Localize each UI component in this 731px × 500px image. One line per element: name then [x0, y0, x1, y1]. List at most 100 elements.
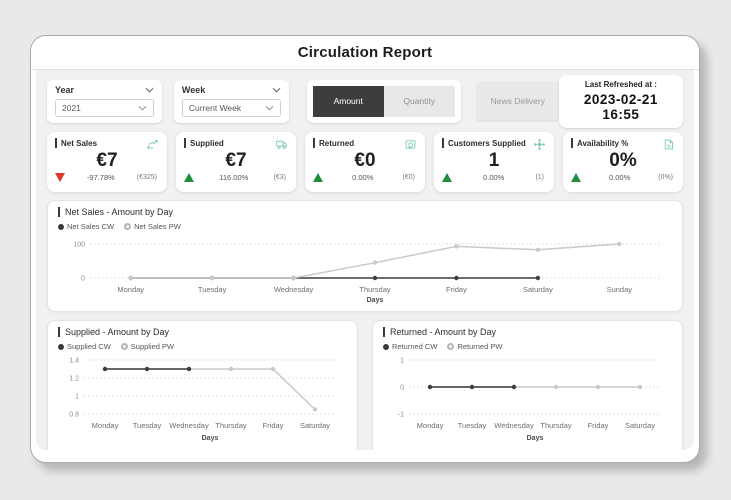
title-accent-bar	[313, 138, 315, 148]
svg-text:1: 1	[75, 394, 79, 401]
kpi-change: 116.00%	[219, 172, 249, 182]
returned-line-chart[interactable]: 1 0 -1 Monday Tuesday Wednesday Thursday Friday…	[383, 352, 671, 448]
chart-legend: Returned CW Returned PW	[383, 342, 672, 351]
legend-dot-icon	[447, 343, 455, 350]
kpi-card-returned[interactable]: Returned €0 0.00% (€0)	[305, 132, 425, 192]
chevron-down-icon[interactable]	[145, 87, 154, 93]
kpi-title: Returned	[319, 138, 355, 148]
kpi-previous-value: (0%)	[658, 173, 673, 181]
kpi-title: Customers Supplied	[448, 138, 526, 148]
legend-item-pw[interactable]: Returned PW	[447, 342, 502, 351]
svg-text:0.8: 0.8	[69, 412, 79, 419]
svg-text:Tuesday: Tuesday	[133, 421, 162, 430]
kpi-previous-value: (€325)	[136, 173, 157, 181]
chart-legend: Net Sales CW Net Sales PW	[58, 222, 672, 231]
chevron-down-icon	[265, 105, 274, 111]
svg-text:0: 0	[81, 276, 85, 283]
kpi-card-customers-supplied[interactable]: Customers Supplied 1 0.00% (1)	[434, 132, 554, 192]
customers-network-icon	[533, 138, 546, 151]
kpi-card-availability[interactable]: Availability % % 0% 0.00% (0%)	[563, 132, 683, 192]
amount-quantity-toggle: Amount Quantity	[306, 79, 461, 123]
kpi-previous-value: (€3)	[273, 173, 286, 181]
legend-dot-icon	[58, 343, 64, 350]
net-sales-chart-card: Net Sales - Amount by Day Net Sales CW N…	[47, 200, 683, 312]
svg-text:-1: -1	[398, 412, 404, 419]
trend-down-icon	[55, 172, 65, 182]
svg-text:Wednesday: Wednesday	[274, 285, 314, 294]
percent-file-icon: %	[662, 138, 675, 151]
last-refreshed-label: Last Refreshed at :	[584, 79, 657, 89]
kpi-value: 0%	[609, 150, 637, 171]
app-header: Circulation Report	[31, 36, 699, 70]
week-select[interactable]: Current Week	[181, 98, 281, 117]
title-accent-bar	[442, 138, 444, 148]
title-accent-bar	[55, 138, 57, 148]
trend-up-icon	[184, 172, 194, 182]
svg-text:Sunday: Sunday	[607, 285, 633, 294]
year-filter: Year 2021	[47, 79, 162, 123]
chart-title: Supplied - Amount by Day	[65, 327, 170, 337]
svg-text:0: 0	[400, 385, 404, 392]
bottom-charts-row: Supplied - Amount by Day Supplied CW Sup…	[47, 320, 683, 450]
svg-text:1.2: 1.2	[69, 376, 79, 383]
delivery-van-icon	[275, 138, 288, 151]
news-delivery-button[interactable]: News Delivery	[476, 82, 559, 120]
supplied-chart-card: Supplied - Amount by Day Supplied CW Sup…	[47, 320, 358, 450]
legend-item-cw[interactable]: Returned CW	[383, 342, 437, 351]
return-box-icon	[404, 138, 417, 151]
legend-item-cw[interactable]: Net Sales CW	[58, 222, 114, 231]
dashboard-window: Circulation Report Year 2021 Week Curren…	[30, 35, 700, 463]
returned-chart-card: Returned - Amount by Day Returned CW Ret…	[372, 320, 683, 450]
svg-text:1: 1	[400, 358, 404, 365]
amount-toggle-button[interactable]: Amount	[312, 85, 384, 117]
title-accent-bar	[58, 207, 60, 217]
kpi-card-supplied[interactable]: Supplied €7 116.00% (€3)	[176, 132, 296, 192]
chart-legend: Supplied CW Supplied PW	[58, 342, 347, 351]
trend-chart-icon	[146, 138, 159, 151]
week-select-value: Current Week	[188, 102, 242, 113]
chevron-down-icon	[138, 105, 147, 111]
svg-text:Monday: Monday	[417, 421, 444, 430]
svg-text:Tuesday: Tuesday	[198, 285, 227, 294]
legend-item-pw[interactable]: Net Sales PW	[124, 222, 181, 231]
legend-dot-icon	[58, 223, 64, 230]
svg-text:Thursday: Thursday	[215, 421, 247, 430]
kpi-value: 1	[488, 150, 500, 171]
filter-row: Year 2021 Week Current Week Amount Quant…	[47, 74, 683, 128]
svg-text:Saturday: Saturday	[300, 421, 330, 430]
kpi-value: €7	[96, 150, 118, 171]
year-select[interactable]: 2021	[55, 98, 154, 117]
year-select-value: 2021	[62, 102, 81, 113]
svg-text:Days: Days	[202, 435, 219, 442]
title-accent-bar	[571, 138, 573, 148]
svg-text:Monday: Monday	[92, 421, 119, 430]
svg-text:Saturday: Saturday	[523, 285, 553, 294]
kpi-value: €7	[225, 150, 247, 171]
svg-text:1.4: 1.4	[69, 358, 79, 365]
legend-dot-icon	[383, 343, 389, 350]
kpi-change: -97.78%	[86, 172, 115, 182]
chevron-down-icon[interactable]	[272, 87, 281, 93]
title-accent-bar	[58, 327, 60, 337]
svg-text:Saturday: Saturday	[625, 421, 655, 430]
trend-up-icon	[313, 172, 323, 182]
kpi-card-net-sales[interactable]: Net Sales €7 -97.78% (€325)	[47, 132, 167, 192]
kpi-title: Supplied	[190, 138, 224, 148]
legend-item-pw[interactable]: Supplied PW	[120, 342, 174, 351]
quantity-toggle-button[interactable]: Quantity	[383, 85, 455, 117]
supplied-line-chart[interactable]: 1.4 1.2 1 0.8 Monday Tuesday Wednesday Thursday…	[58, 352, 346, 448]
legend-item-cw[interactable]: Supplied CW	[58, 342, 111, 351]
svg-text:Monday: Monday	[117, 285, 144, 294]
chart-title: Returned - Amount by Day	[390, 327, 497, 337]
net-sales-line-chart[interactable]: 100 0 Monday Tuesday Wednesday Thursday Friday…	[58, 232, 674, 304]
legend-dot-icon	[120, 343, 128, 350]
kpi-title: Net Sales	[61, 138, 98, 148]
title-accent-bar	[383, 327, 385, 337]
svg-text:Wednesday: Wednesday	[494, 421, 534, 430]
kpi-change: 0.00%	[352, 172, 374, 182]
week-filter-label: Week	[181, 84, 206, 95]
legend-dot-icon	[124, 223, 132, 230]
week-filter: Week Current Week	[173, 79, 289, 123]
svg-text:Friday: Friday	[588, 421, 609, 430]
svg-text:Wednesday: Wednesday	[169, 421, 209, 430]
